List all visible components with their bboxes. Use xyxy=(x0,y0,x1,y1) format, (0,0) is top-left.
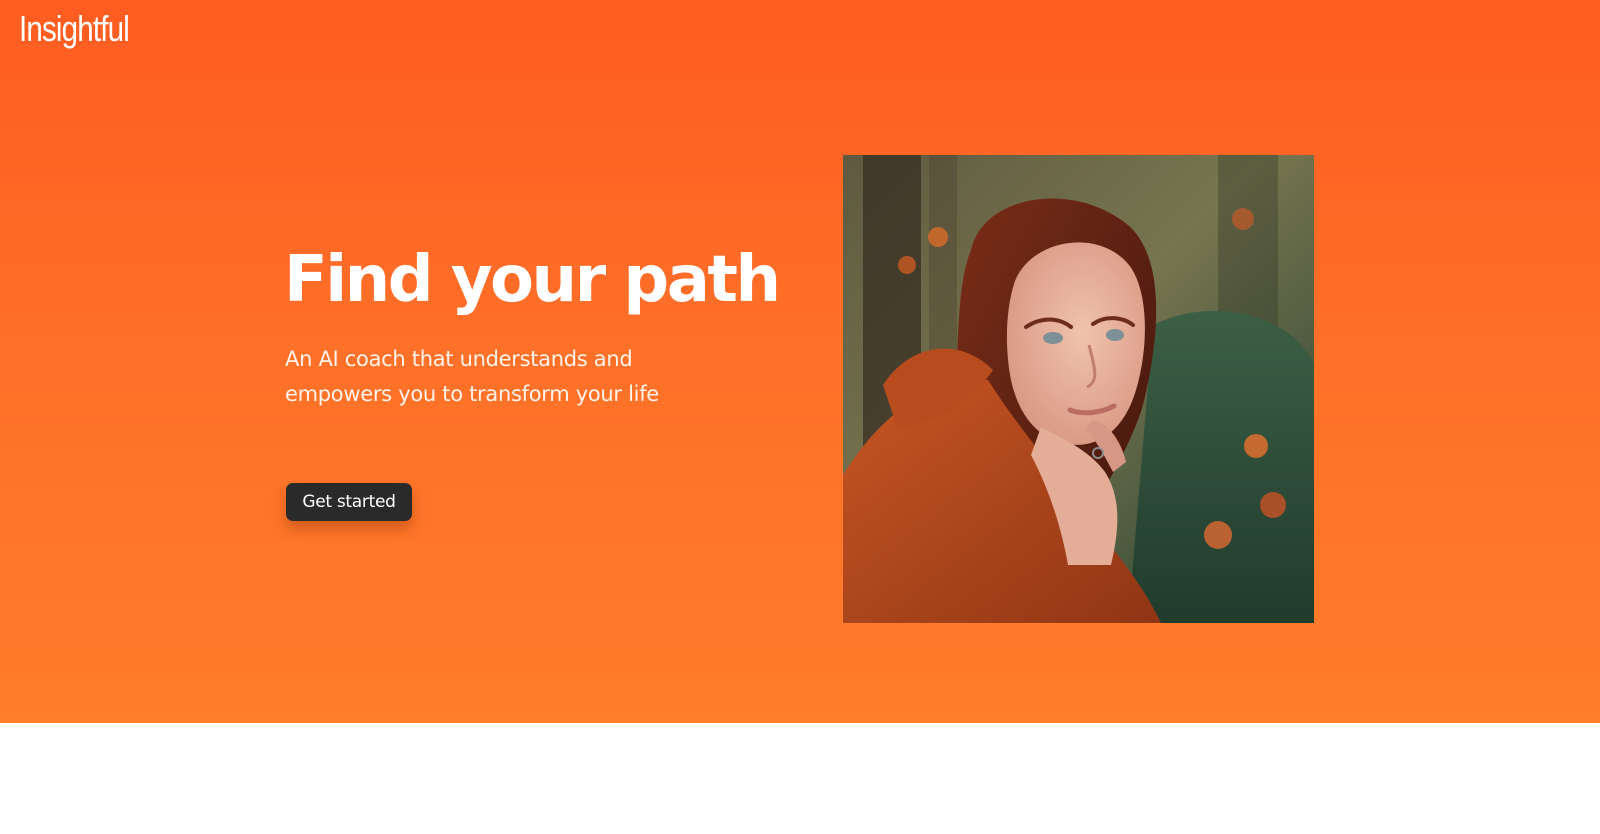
hero-photo xyxy=(843,155,1314,623)
get-started-button[interactable]: Get started xyxy=(286,483,412,521)
hero-subtitle: An AI coach that understands and empower… xyxy=(285,347,659,406)
hero-headline: Find your path xyxy=(284,243,781,317)
hero-section: Insightful Find your path An AI coach th… xyxy=(0,0,1600,723)
woman-in-forest-photo xyxy=(843,155,1314,623)
landing-page: Insightful Find your path An AI coach th… xyxy=(0,0,1600,834)
brand-logo[interactable]: Insightful xyxy=(19,8,130,50)
